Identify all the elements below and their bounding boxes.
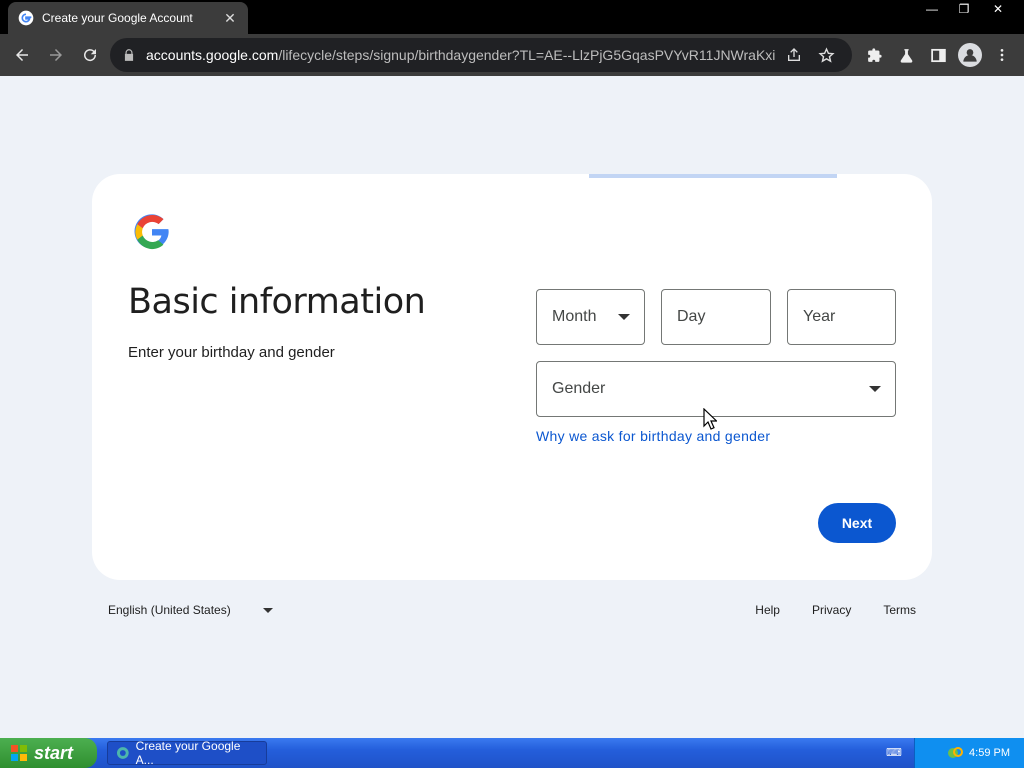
- profile-avatar-icon[interactable]: [954, 39, 986, 71]
- privacy-link[interactable]: Privacy: [812, 603, 851, 617]
- page-title: Basic information: [128, 282, 426, 322]
- chevron-down-icon: [262, 607, 273, 613]
- month-placeholder: Month: [552, 308, 597, 325]
- back-arrow-icon: [16, 49, 28, 61]
- browser-toolbar: accounts.google.com/lifecycle/steps/sign…: [0, 34, 1024, 76]
- google-logo-icon: [134, 214, 169, 250]
- url-text: accounts.google.com/lifecycle/steps/sign…: [146, 47, 776, 63]
- year-input[interactable]: Year: [787, 289, 896, 345]
- keyboard-icon[interactable]: ⌨: [886, 746, 902, 760]
- terms-link[interactable]: Terms: [883, 603, 916, 617]
- menu-kebab-icon[interactable]: [986, 39, 1018, 71]
- side-panel-icon[interactable]: [922, 39, 954, 71]
- chevron-down-icon: [869, 386, 881, 392]
- back-button[interactable]: [6, 39, 38, 71]
- bookmark-star-icon[interactable]: [812, 41, 840, 69]
- signup-card: Basic information Enter your birthday an…: [92, 174, 932, 580]
- mouse-cursor-icon: [703, 408, 717, 430]
- network-tray-icon[interactable]: [947, 745, 964, 761]
- reload-button[interactable]: [74, 39, 106, 71]
- restore-button[interactable]: ❐: [948, 0, 980, 18]
- day-input[interactable]: Day: [661, 289, 771, 345]
- forward-button[interactable]: [40, 39, 72, 71]
- year-placeholder: Year: [803, 308, 836, 325]
- address-bar[interactable]: accounts.google.com/lifecycle/steps/sign…: [110, 38, 852, 72]
- start-label: start: [34, 742, 74, 763]
- page-footer: English (United States) Help Privacy Ter…: [0, 600, 1024, 622]
- windows-taskbar: start Create your Google A... ⌨ 4:59 PM: [0, 738, 1024, 768]
- next-button[interactable]: Next: [818, 503, 896, 543]
- month-select[interactable]: Month: [536, 289, 645, 345]
- help-link[interactable]: Help: [755, 603, 780, 617]
- reload-icon: [84, 49, 97, 62]
- tab-close-icon[interactable]: ✕: [222, 10, 238, 27]
- browser-tab[interactable]: Create your Google Account ✕: [8, 2, 248, 34]
- extensions-puzzle-icon[interactable]: [858, 39, 890, 71]
- language-selector[interactable]: English (United States): [108, 603, 273, 617]
- title-bar: Create your Google Account ✕ — ❐ ✕: [0, 0, 1024, 34]
- footer-links: Help Privacy Terms: [723, 603, 916, 617]
- taskbar-item-browser[interactable]: Create your Google A...: [107, 739, 267, 767]
- clock: 4:59 PM: [969, 747, 1010, 759]
- system-tray: 4:59 PM: [914, 738, 1024, 768]
- extension-toolbar: [858, 38, 1018, 72]
- taskbar-item-label: Create your Google A...: [135, 739, 241, 767]
- share-icon[interactable]: [780, 41, 808, 69]
- tab-title: Create your Google Account: [42, 11, 193, 25]
- window-controls: — ❐ ✕: [916, 0, 1016, 18]
- start-button[interactable]: start: [0, 738, 97, 768]
- windows-flag-icon: [11, 745, 27, 761]
- why-birthday-gender-link[interactable]: Why we ask for birthday and gender: [536, 428, 770, 444]
- day-placeholder: Day: [677, 308, 706, 325]
- close-window-button[interactable]: ✕: [980, 0, 1016, 18]
- page-subtitle: Enter your birthday and gender: [128, 344, 335, 361]
- forward-arrow-icon: [50, 49, 62, 61]
- lock-icon: [124, 49, 134, 61]
- browser-app-icon: [116, 747, 129, 759]
- progress-bar: [589, 174, 837, 178]
- labs-flask-icon[interactable]: [890, 39, 922, 71]
- google-favicon-icon: [18, 10, 34, 26]
- minimize-button[interactable]: —: [916, 0, 948, 18]
- chevron-down-icon: [618, 314, 630, 320]
- gender-placeholder: Gender: [552, 380, 606, 397]
- language-label: English (United States): [108, 603, 231, 617]
